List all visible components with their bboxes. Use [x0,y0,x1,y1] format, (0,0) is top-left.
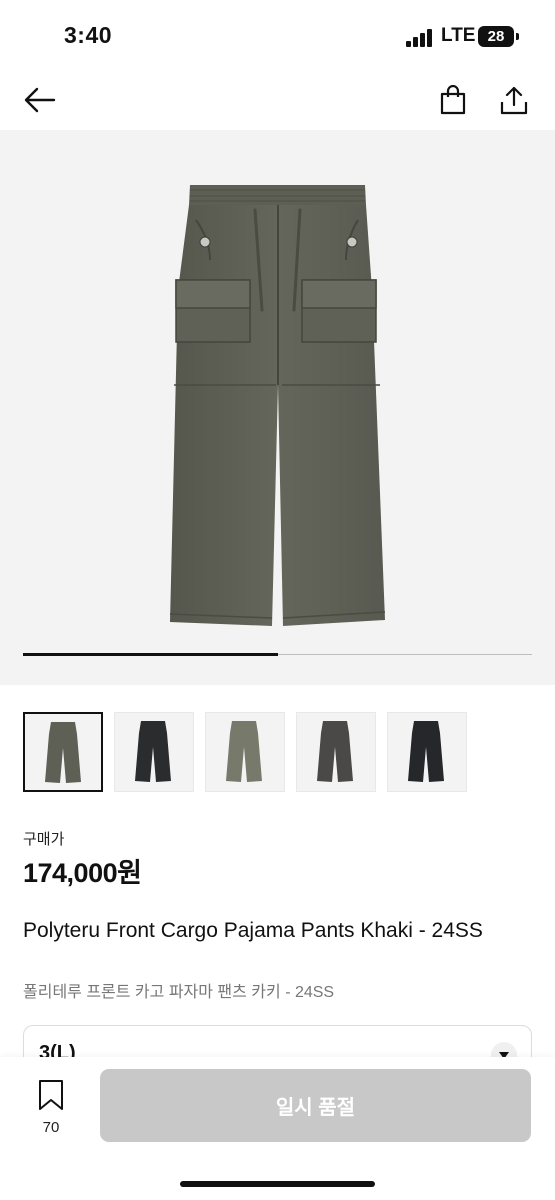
bottom-action-bar: 70 일시 품절 [0,1057,555,1200]
bookmark-icon [39,1080,63,1110]
product-title: Polyteru Front Cargo Pajama Pants Khaki … [23,919,483,942]
thumbnail-pants-image [408,721,444,782]
bookmark-button[interactable]: 70 [26,1077,76,1137]
thumbnail-olive[interactable] [205,712,285,792]
thumbnail-pants-image [226,721,262,782]
arrow-left-icon [24,87,56,113]
product-title-korean: 폴리테루 프론트 카고 파자마 팬츠 카키 - 24SS [23,984,335,1001]
thumbnail-black[interactable] [114,712,194,792]
price: 174,000원 [23,858,142,888]
shopping-bag-icon [440,85,466,115]
soldout-button[interactable]: 일시 품절 [100,1069,531,1142]
share-icon [500,86,528,115]
cart-button[interactable] [433,80,473,120]
signal-icon [406,29,436,47]
thumbnail-pants-image [45,722,81,783]
share-button[interactable] [494,80,534,120]
status-time: 3:40 [64,22,113,48]
home-indicator [180,1181,375,1187]
back-button[interactable] [20,80,60,120]
battery-icon: 28 [478,26,514,47]
thumbnail-pants-image [135,721,171,782]
battery-tip [516,33,519,40]
product-image[interactable] [0,130,555,685]
thumbnail-khaki[interactable] [23,712,103,792]
status-bar: 3:40 LTE 28 [0,0,555,70]
thumbnail-black[interactable] [387,712,467,792]
nav-bar [0,70,555,130]
network-type: LTE [441,25,476,46]
carousel-progress-fill [23,653,278,656]
thumbnail-charcoal[interactable] [296,712,376,792]
bookmark-count: 70 [42,1119,60,1136]
price-label: 구매가 [23,831,65,848]
pants-illustration [169,185,386,626]
thumbnail-pants-image [317,721,353,782]
color-thumbnails [23,712,473,792]
